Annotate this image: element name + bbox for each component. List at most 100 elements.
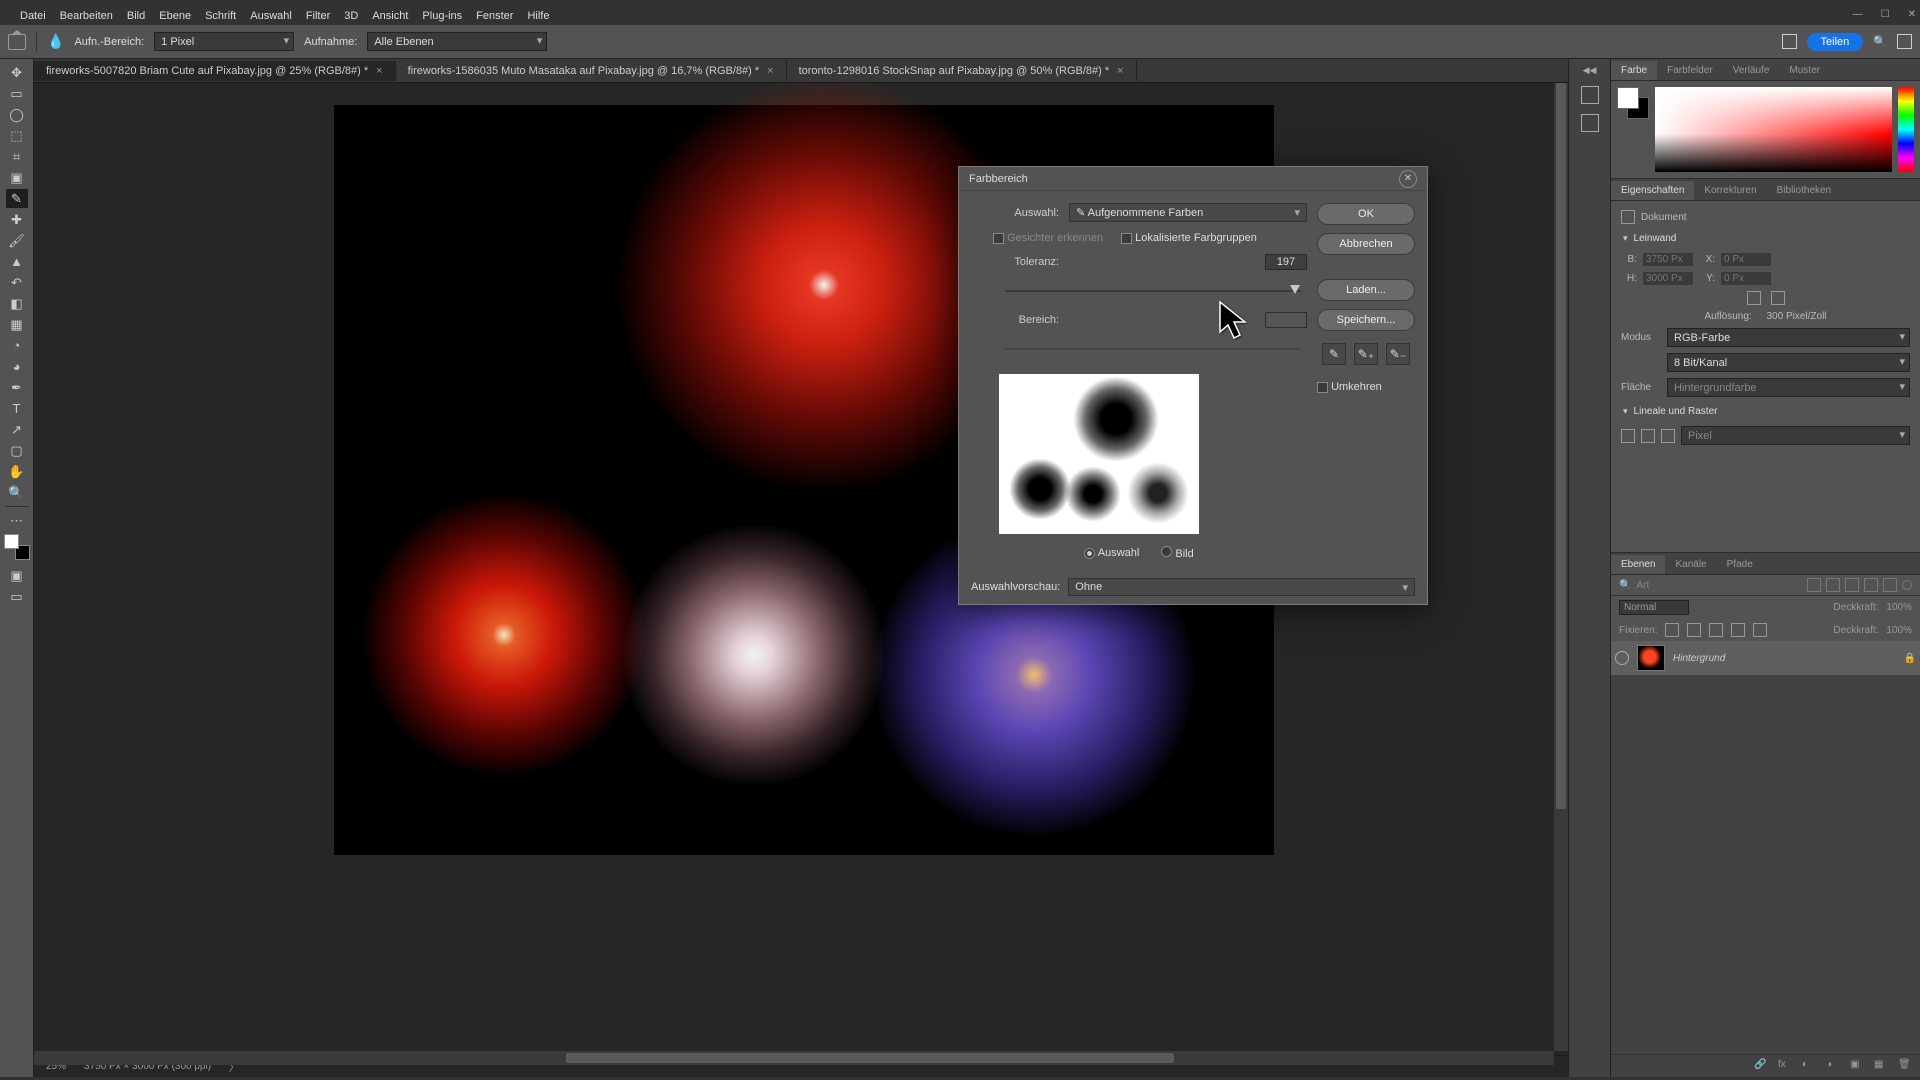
tab-close-icon[interactable]: × bbox=[1117, 65, 1123, 77]
history-brush-tool[interactable]: ↶ bbox=[6, 273, 28, 292]
document-tab[interactable]: fireworks-5007820 Briam Cute auf Pixabay… bbox=[34, 61, 396, 81]
lock-icon[interactable] bbox=[1687, 623, 1701, 637]
load-button[interactable]: Laden... bbox=[1317, 279, 1415, 301]
tolerance-slider[interactable] bbox=[1005, 280, 1301, 298]
panel-tab-properties[interactable]: Eigenschaften bbox=[1611, 181, 1694, 200]
link-icon[interactable]: 🔗 bbox=[1754, 1059, 1768, 1073]
document-tab[interactable]: fireworks-1586035 Muto Masataka auf Pixa… bbox=[396, 61, 787, 81]
share-button[interactable]: Teilen bbox=[1807, 33, 1864, 51]
lock-icon[interactable]: 🔒 bbox=[1904, 653, 1916, 664]
filter-btn[interactable] bbox=[1807, 578, 1821, 592]
edit-toolbar[interactable]: ⋯ bbox=[6, 511, 28, 530]
filter-btn[interactable] bbox=[1864, 578, 1878, 592]
color-swatch[interactable] bbox=[1617, 87, 1649, 119]
y-input[interactable] bbox=[1721, 272, 1771, 285]
opacity-value[interactable]: 100% bbox=[1886, 602, 1912, 613]
adjustment-icon[interactable]: ◑ bbox=[1826, 1059, 1840, 1073]
zoom-tool[interactable]: 🔍 bbox=[6, 483, 28, 502]
eyedropper-sub-button[interactable]: ✎₋ bbox=[1386, 343, 1410, 365]
invert-checkbox[interactable] bbox=[1317, 382, 1328, 393]
hand-tool[interactable]: ✋ bbox=[6, 462, 28, 481]
blur-tool[interactable]: ◔ bbox=[6, 336, 28, 355]
hue-slider[interactable] bbox=[1898, 87, 1914, 172]
selection-tool[interactable]: ⬚ bbox=[6, 126, 28, 145]
brush-tool[interactable]: 🖌 bbox=[6, 231, 28, 250]
gradient-tool[interactable]: ▦ bbox=[6, 315, 28, 334]
menu-item[interactable]: Ansicht bbox=[372, 10, 408, 22]
radio-image[interactable] bbox=[1161, 546, 1172, 557]
panel-tab-libraries[interactable]: Bibliotheken bbox=[1767, 181, 1841, 200]
panel-tab-channels[interactable]: Kanäle bbox=[1665, 555, 1716, 574]
layer-name[interactable]: Hintergrund bbox=[1673, 653, 1725, 664]
tab-close-icon[interactable]: × bbox=[767, 65, 773, 77]
layer-row[interactable]: Hintergrund 🔒 bbox=[1611, 641, 1920, 675]
radio-selection[interactable] bbox=[1084, 548, 1095, 559]
menu-item[interactable]: Hilfe bbox=[527, 10, 549, 22]
close-button[interactable]: ✕ bbox=[1908, 9, 1916, 20]
menu-item[interactable]: Bearbeiten bbox=[60, 10, 113, 22]
move-tool[interactable]: ✥ bbox=[6, 63, 28, 82]
menu-item[interactable]: 3D bbox=[344, 10, 358, 22]
delete-icon[interactable]: 🗑 bbox=[1898, 1059, 1912, 1073]
dialog-close-button[interactable]: ✕ bbox=[1399, 170, 1417, 188]
bit-dropdown[interactable]: 8 Bit/Kanal bbox=[1667, 353, 1910, 372]
visibility-toggle[interactable] bbox=[1615, 651, 1629, 665]
fx-icon[interactable]: fx bbox=[1778, 1059, 1792, 1073]
filter-kind[interactable]: Art bbox=[1636, 580, 1649, 591]
guides-icon[interactable] bbox=[1661, 429, 1675, 443]
crop-tool[interactable]: ⌗ bbox=[6, 147, 28, 166]
tab-close-icon[interactable]: × bbox=[376, 65, 382, 77]
home-icon[interactable] bbox=[8, 34, 26, 50]
preview-dropdown[interactable]: Ohne bbox=[1068, 578, 1415, 596]
local-colors-checkbox[interactable] bbox=[1121, 233, 1132, 244]
filter-btn[interactable] bbox=[1845, 578, 1859, 592]
search-icon[interactable]: 🔍 bbox=[1873, 35, 1887, 48]
shape-tool[interactable]: ▢ bbox=[6, 441, 28, 460]
ok-button[interactable]: OK bbox=[1317, 203, 1415, 225]
dodge-tool[interactable]: ◕ bbox=[6, 357, 28, 376]
maximize-button[interactable]: ☐ bbox=[1881, 9, 1890, 20]
lock-icon[interactable] bbox=[1709, 623, 1723, 637]
panel-tab-adjustments[interactable]: Korrekturen bbox=[1694, 181, 1766, 200]
eyedropper-icon[interactable]: 💧 bbox=[47, 33, 64, 50]
eyedropper-add-button[interactable]: ✎₊ bbox=[1354, 343, 1378, 365]
lock-icon[interactable] bbox=[1753, 623, 1767, 637]
eyedropper-button[interactable]: ✎ bbox=[1322, 343, 1346, 365]
group-icon[interactable]: ▣ bbox=[1850, 1059, 1864, 1073]
workspace-icon[interactable] bbox=[1897, 34, 1912, 49]
filter-btn[interactable] bbox=[1883, 578, 1897, 592]
panel-tab-paths[interactable]: Pfade bbox=[1717, 555, 1763, 574]
eyedropper-tool[interactable]: ✎ bbox=[6, 189, 28, 208]
menu-item[interactable]: Fenster bbox=[476, 10, 513, 22]
document-tab[interactable]: toronto-1298016 StockSnap auf Pixabay.jp… bbox=[787, 61, 1137, 81]
width-input[interactable] bbox=[1643, 253, 1693, 266]
height-input[interactable] bbox=[1643, 272, 1693, 285]
dialog-titlebar[interactable]: Farbbereich ✕ bbox=[959, 167, 1427, 191]
x-input[interactable] bbox=[1721, 253, 1771, 266]
panel-tab-swatches[interactable]: Farbfelder bbox=[1657, 61, 1723, 80]
menu-item[interactable]: Auswahl bbox=[250, 10, 292, 22]
lock-icon[interactable] bbox=[1665, 623, 1679, 637]
lock-icon[interactable] bbox=[1731, 623, 1745, 637]
landscape-icon[interactable] bbox=[1771, 291, 1785, 305]
panel-tab-gradients[interactable]: Verläufe bbox=[1723, 61, 1780, 80]
path-tool[interactable]: ↗ bbox=[6, 420, 28, 439]
filter-icon[interactable]: 🔍 bbox=[1619, 580, 1631, 591]
pen-tool[interactable]: ✒ bbox=[6, 378, 28, 397]
tolerance-input[interactable] bbox=[1265, 254, 1307, 270]
filter-btn[interactable] bbox=[1826, 578, 1840, 592]
horizontal-scrollbar[interactable] bbox=[34, 1051, 1554, 1065]
type-tool[interactable]: T bbox=[6, 399, 28, 418]
cancel-button[interactable]: Abbrechen bbox=[1317, 233, 1415, 255]
mode-dropdown[interactable]: RGB-Farbe bbox=[1667, 328, 1910, 347]
dock-panel-icon[interactable] bbox=[1581, 86, 1599, 104]
menu-item[interactable]: Datei bbox=[20, 10, 46, 22]
menu-item[interactable]: Schrift bbox=[205, 10, 236, 22]
panel-tab-layers[interactable]: Ebenen bbox=[1611, 555, 1665, 574]
select-dropdown[interactable]: ✎ Aufgenommene Farben bbox=[1069, 203, 1307, 222]
selection-preview[interactable] bbox=[999, 374, 1199, 534]
fill-dropdown[interactable]: Hintergrundfarbe bbox=[1667, 378, 1910, 397]
quickmask-tool[interactable]: ▣ bbox=[6, 566, 28, 585]
save-button[interactable]: Speichern... bbox=[1317, 309, 1415, 331]
ruler-icon[interactable] bbox=[1621, 429, 1635, 443]
